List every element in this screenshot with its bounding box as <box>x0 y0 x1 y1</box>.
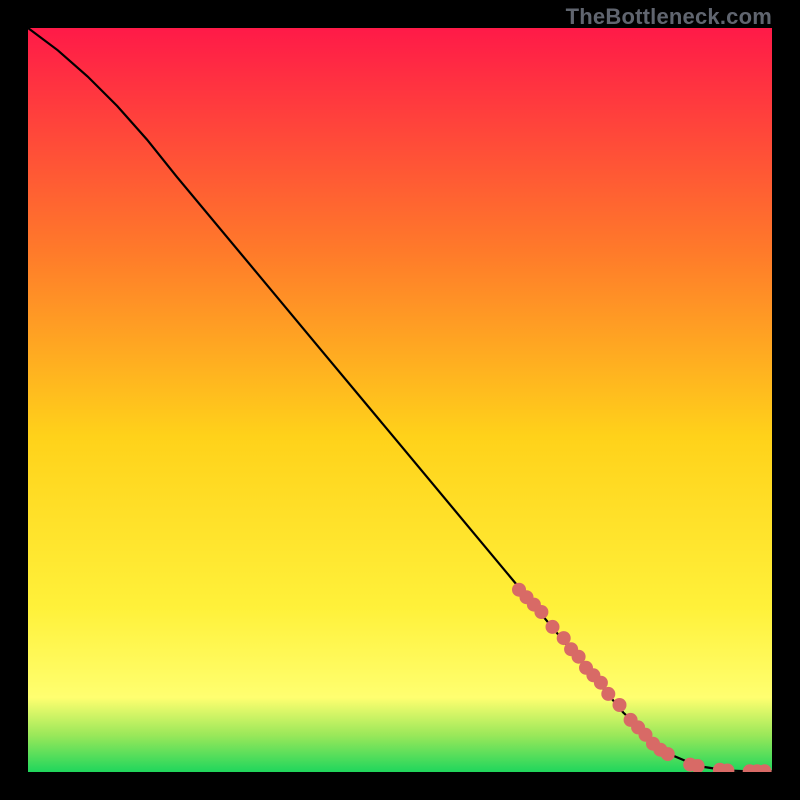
watermark-text: TheBottleneck.com <box>566 4 772 30</box>
plot-area <box>28 28 772 772</box>
data-marker <box>661 747 675 761</box>
data-marker <box>546 620 560 634</box>
data-marker <box>534 605 548 619</box>
data-marker <box>613 698 627 712</box>
chart-svg <box>28 28 772 772</box>
gradient-background <box>28 28 772 772</box>
chart-frame: TheBottleneck.com <box>0 0 800 800</box>
data-marker <box>601 687 615 701</box>
